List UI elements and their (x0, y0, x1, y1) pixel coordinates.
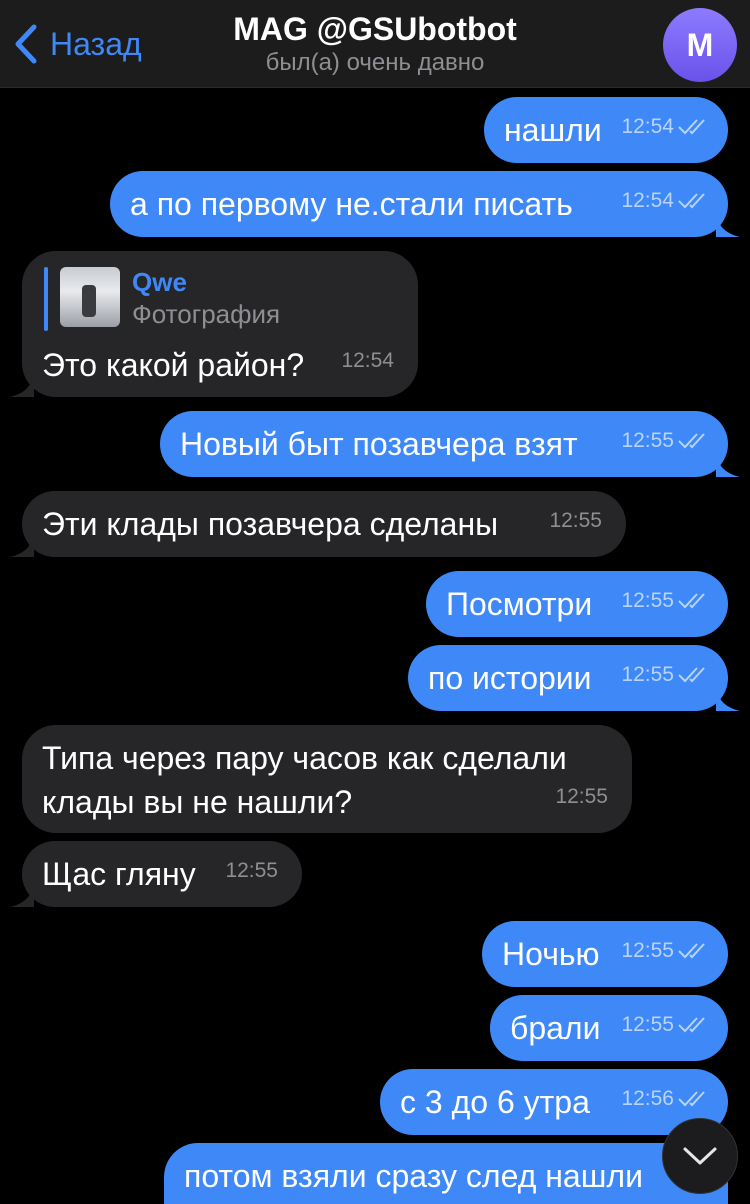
chevron-left-icon (15, 24, 37, 64)
double-check-icon (678, 433, 705, 449)
message-bubble-outgoing[interactable]: Посмотри 12:55 (426, 571, 728, 637)
message-text: Ночью (502, 936, 600, 972)
bubble-tail (10, 533, 34, 557)
chevron-down-icon (683, 1147, 717, 1165)
back-button[interactable]: Назад (14, 20, 142, 68)
message-bubble-outgoing[interactable]: потом взяли сразу след нашли (164, 1143, 728, 1204)
message-time: 12:55 (621, 1013, 674, 1036)
message-text: по истории (428, 660, 592, 696)
message-bubble-incoming[interactable]: Типа через пару часов как сделали клады … (22, 725, 632, 833)
bubble-tail (10, 883, 34, 907)
message-time: 12:55 (225, 859, 278, 882)
message-time: 12:55 (621, 429, 674, 452)
message-text: а по первому не.стали писать (130, 186, 573, 222)
message-time: 12:54 (621, 115, 674, 138)
message-text: с 3 до 6 утра (400, 1084, 590, 1120)
message-bubble-outgoing[interactable]: Новый быт позавчера взят 12:55 (160, 411, 740, 477)
double-check-icon (678, 593, 705, 609)
double-check-icon (678, 193, 705, 209)
message-time: 12:54 (341, 349, 394, 372)
message-text: Это какой район? (42, 347, 305, 383)
message-text-line: Типа через пару часов как сделали (42, 740, 567, 776)
reply-photo-thumbnail (60, 267, 120, 327)
double-check-icon (678, 1091, 705, 1107)
message-time: 12:54 (621, 189, 674, 212)
double-check-icon (678, 943, 705, 959)
message-bubble-incoming[interactable]: Щас гляну 12:55 (10, 841, 302, 907)
message-text: Новый быт позавчера взят (180, 426, 578, 462)
chat-header: Назад MAG @GSUbotbot был(а) очень давно … (0, 0, 750, 88)
bubble-tail (10, 373, 34, 397)
message-bubble-incoming[interactable]: Эти клады позавчера сделаны 12:55 (10, 491, 626, 557)
message-time: 12:55 (621, 589, 674, 612)
bubble-tail (716, 453, 740, 477)
message-text: брали (510, 1010, 601, 1046)
message-bubble-outgoing[interactable]: по истории 12:55 (408, 645, 740, 711)
bubble-tail (716, 687, 740, 711)
reply-bar (44, 267, 48, 331)
message-bubble-outgoing[interactable]: брали 12:55 (490, 995, 728, 1061)
message-text: Посмотри (446, 586, 593, 622)
message-time: 12:55 (621, 663, 674, 686)
back-label: Назад (50, 25, 142, 62)
message-bubble-outgoing[interactable]: а по первому не.стали писать 12:54 (110, 171, 740, 237)
message-text-line: клады вы не нашли? (42, 784, 353, 820)
reply-preview[interactable]: Qwe Фотография (44, 267, 280, 331)
double-check-icon (678, 667, 705, 683)
avatar[interactable]: M (663, 8, 737, 82)
message-text: Щас гляну (42, 856, 196, 892)
message-time: 12:55 (549, 509, 602, 532)
double-check-icon (678, 1017, 705, 1033)
message-text: потом взяли сразу след нашли (184, 1158, 643, 1194)
message-bubble-outgoing[interactable]: нашли 12:54 (484, 97, 728, 163)
scroll-to-bottom-button[interactable] (662, 1118, 738, 1194)
message-time: 12:55 (555, 785, 608, 808)
message-time: 12:55 (621, 939, 674, 962)
reply-author: Qwe (132, 267, 187, 297)
message-text: нашли (504, 112, 602, 148)
bubble-tail (716, 213, 740, 237)
avatar-letter: M (686, 26, 714, 63)
message-bubble-incoming[interactable]: Qwe Фотография Это какой район? 12:54 (10, 251, 418, 397)
message-bubble-outgoing[interactable]: Ночью 12:55 (482, 921, 728, 987)
reply-media-type: Фотография (132, 299, 281, 329)
message-time: 12:56 (621, 1087, 674, 1110)
message-text: Эти клады позавчера сделаны (42, 506, 499, 542)
double-check-icon (678, 119, 705, 135)
